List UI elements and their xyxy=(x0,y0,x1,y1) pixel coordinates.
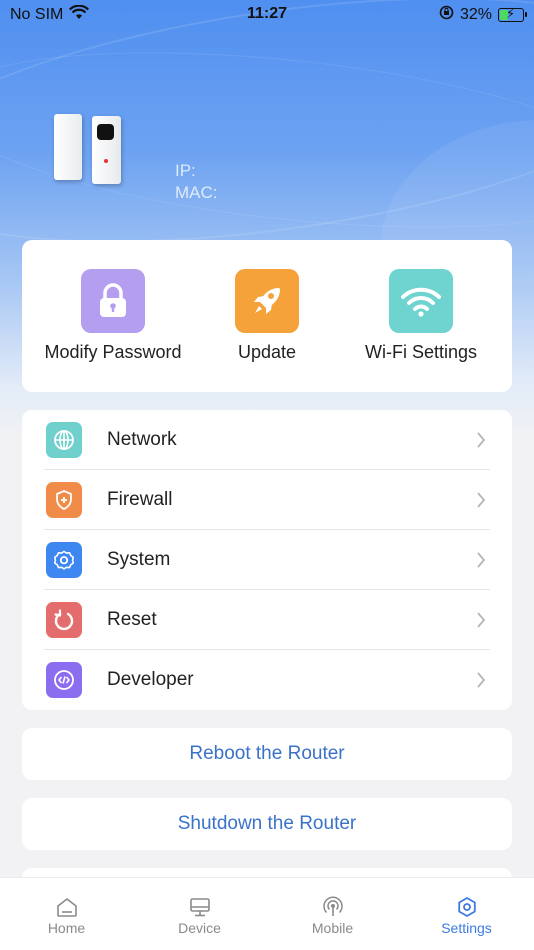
signal-icon xyxy=(266,895,399,919)
menu-item-label: Developer xyxy=(107,669,194,690)
wifi-settings-button[interactable]: Wi-Fi Settings xyxy=(336,269,506,363)
menu-item-label: System xyxy=(107,549,171,570)
chevron-right-icon xyxy=(476,552,486,573)
tab-device[interactable]: Device xyxy=(133,878,266,950)
quick-actions-card: Modify Password Update Wi-Fi Settings xyxy=(22,240,512,392)
device-info: IP: MAC: xyxy=(175,160,218,204)
globe-icon xyxy=(46,422,82,458)
modify-password-label: Modify Password xyxy=(44,342,182,362)
tab-home[interactable]: Home xyxy=(0,878,133,950)
tab-label: Device xyxy=(178,920,221,936)
reset-icon xyxy=(46,602,82,638)
tab-label: Mobile xyxy=(311,920,354,936)
battery-percent: 32% xyxy=(459,6,492,23)
settings-menu: Network Firewall System Reset Developer xyxy=(22,410,512,710)
orientation-lock-icon xyxy=(439,5,454,25)
router-image xyxy=(52,112,124,188)
menu-item-reset[interactable]: Reset xyxy=(22,590,512,650)
settings-icon xyxy=(400,895,533,919)
monitor-icon xyxy=(133,895,266,919)
code-icon xyxy=(46,662,82,698)
menu-item-developer[interactable]: Developer xyxy=(22,650,512,710)
chevron-right-icon xyxy=(476,492,486,513)
mac-label: MAC: xyxy=(175,183,218,202)
wifi-settings-label: Wi-Fi Settings xyxy=(364,342,478,362)
lock-icon xyxy=(81,269,145,333)
tab-bar: Home Device Mobile Settings xyxy=(0,877,534,950)
menu-item-firewall[interactable]: Firewall xyxy=(22,470,512,530)
status-bar: No SIM 11:27 32% ⚡ xyxy=(0,0,534,30)
wifi-icon xyxy=(389,269,453,333)
ip-label: IP: xyxy=(175,161,196,180)
chevron-right-icon xyxy=(476,432,486,453)
tab-settings[interactable]: Settings xyxy=(400,878,533,950)
modify-password-button[interactable]: Modify Password xyxy=(28,269,198,363)
home-icon xyxy=(0,895,133,919)
shutdown-router-button[interactable]: Shutdown the Router xyxy=(22,798,512,850)
update-label: Update xyxy=(237,342,297,362)
battery-icon: ⚡ xyxy=(498,7,527,22)
gear-icon xyxy=(46,542,82,578)
chevron-right-icon xyxy=(476,612,486,633)
update-button[interactable]: Update xyxy=(182,269,352,363)
menu-item-network[interactable]: Network xyxy=(22,410,512,470)
tab-label: Home xyxy=(47,920,86,936)
chevron-right-icon xyxy=(476,672,486,693)
tab-mobile[interactable]: Mobile xyxy=(266,878,399,950)
tab-label: Settings xyxy=(441,920,492,936)
shield-icon xyxy=(46,482,82,518)
menu-item-label: Reset xyxy=(107,609,157,630)
menu-item-label: Network xyxy=(107,429,177,450)
rocket-icon xyxy=(235,269,299,333)
menu-item-system[interactable]: System xyxy=(22,530,512,590)
menu-item-label: Firewall xyxy=(107,489,173,510)
reboot-router-button[interactable]: Reboot the Router xyxy=(22,728,512,780)
